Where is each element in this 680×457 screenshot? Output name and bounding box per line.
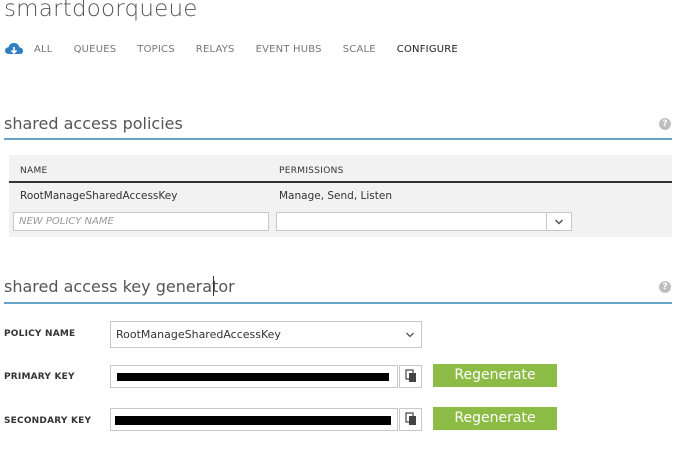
policy-name-value: RootManageSharedAccessKey xyxy=(116,328,281,341)
text-cursor xyxy=(213,276,214,296)
regenerate-primary-key-button[interactable]: Regenerate xyxy=(433,364,557,387)
policies-help-icon[interactable]: ? xyxy=(659,118,671,130)
primary-key-label: PRIMARY KEY xyxy=(4,372,75,382)
top-nav: ALL QUEUES TOPICS RELAYS EVENT HUBS SCAL… xyxy=(4,38,479,60)
regenerate-secondary-key-button[interactable]: Regenerate xyxy=(433,407,557,430)
column-header-permissions: PERMISSIONS xyxy=(279,166,344,176)
policies-divider xyxy=(4,138,672,140)
nav-item-topics[interactable]: TOPICS xyxy=(137,44,175,55)
policy-row-permissions: Manage, Send, Listen xyxy=(279,190,392,202)
nav-item-scale[interactable]: SCALE xyxy=(343,44,376,55)
chevron-down-icon xyxy=(554,219,564,225)
secondary-key-label: SECONDARY KEY xyxy=(4,416,92,426)
policy-name-select[interactable]: RootManageSharedAccessKey xyxy=(110,321,422,348)
secondary-key-field[interactable] xyxy=(110,408,398,431)
policy-row-name[interactable]: RootManageSharedAccessKey xyxy=(20,190,177,202)
generator-section-title: shared access key generator xyxy=(4,277,235,296)
page-title: smartdoorqueue xyxy=(4,0,198,22)
new-policy-permissions-select[interactable] xyxy=(276,212,572,231)
nav-item-event-hubs[interactable]: EVENT HUBS xyxy=(256,44,322,55)
policies-section-title: shared access policies xyxy=(4,114,183,133)
nav-item-all[interactable]: ALL xyxy=(34,44,53,55)
generator-help-icon[interactable]: ? xyxy=(659,281,671,293)
primary-key-field[interactable] xyxy=(110,365,398,388)
copy-secondary-key-button[interactable] xyxy=(399,408,422,431)
new-policy-name-input[interactable]: NEW POLICY NAME xyxy=(13,212,269,231)
primary-key-redacted xyxy=(117,373,389,381)
table-header-divider xyxy=(9,181,672,183)
nav-item-configure[interactable]: CONFIGURE xyxy=(397,44,458,55)
new-policy-name-placeholder: NEW POLICY NAME xyxy=(19,216,114,227)
policy-name-label: POLICY NAME xyxy=(4,329,76,339)
copy-primary-key-button[interactable] xyxy=(399,365,422,388)
secondary-key-redacted xyxy=(115,416,391,425)
generator-divider xyxy=(4,302,672,304)
column-header-name: NAME xyxy=(20,166,48,176)
cloud-service-icon xyxy=(5,43,23,55)
copy-icon xyxy=(405,412,416,425)
chevron-down-icon xyxy=(406,332,414,338)
copy-icon xyxy=(405,369,416,382)
permissions-dropdown-button[interactable] xyxy=(546,213,571,230)
nav-item-relays[interactable]: RELAYS xyxy=(196,44,235,55)
nav-item-queues[interactable]: QUEUES xyxy=(74,44,117,55)
